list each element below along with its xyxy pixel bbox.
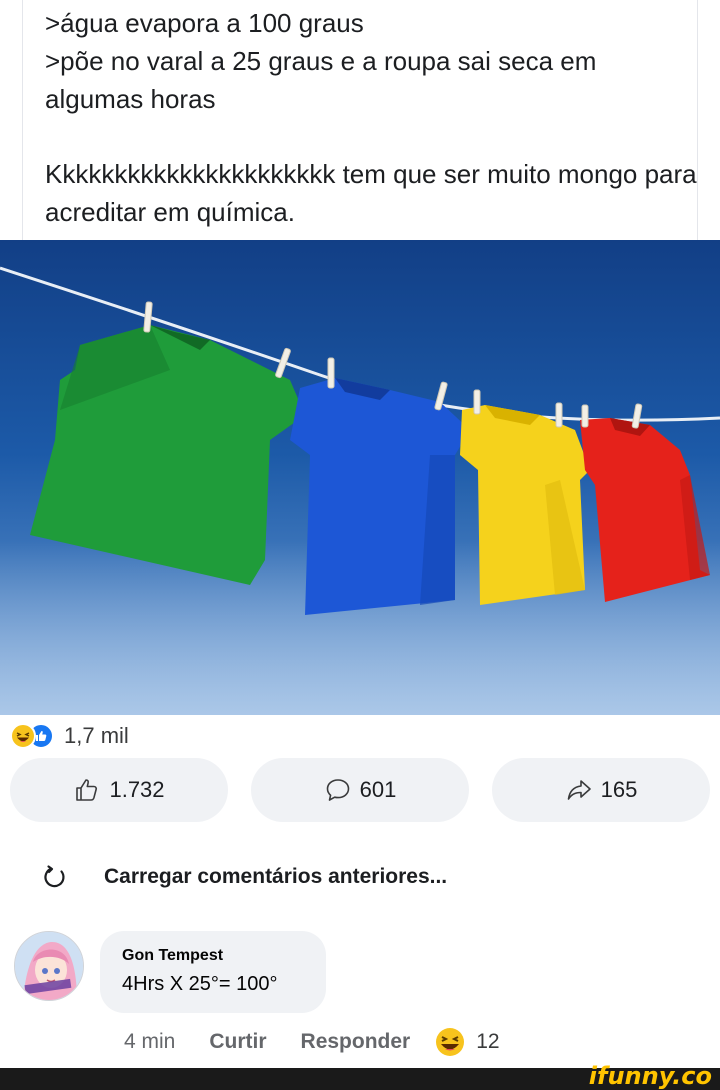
- comment-count: 601: [359, 777, 397, 802]
- reactions-summary[interactable]: 1,7 mil: [10, 720, 129, 752]
- like-button[interactable]: 1.732: [10, 758, 228, 822]
- share-count: 165: [600, 777, 638, 802]
- comment-bubble[interactable]: Gon Tempest 4Hrs X 25°= 100°: [100, 931, 326, 1013]
- post-text: >água evapora a 100 graus >põe no varal …: [22, 0, 698, 240]
- comment-text: 4Hrs X 25°= 100°: [122, 973, 278, 995]
- avatar[interactable]: [14, 931, 84, 1001]
- share-button[interactable]: 165: [492, 758, 710, 822]
- comment-time[interactable]: 4 min: [124, 1030, 175, 1054]
- watermark-logo: ifunny.co: [588, 1062, 712, 1090]
- clothesline-illustration: [0, 240, 720, 715]
- load-previous-comments[interactable]: Carregar comentários anteriores...: [42, 860, 447, 894]
- laugh-emoji-icon: [10, 723, 36, 749]
- comment-author[interactable]: Gon Tempest: [122, 947, 326, 965]
- comment-reply-button[interactable]: Responder: [301, 1030, 411, 1054]
- post-line-1: >água evapora a 100 graus: [45, 8, 364, 38]
- load-previous-label: Carregar comentários anteriores...: [104, 865, 448, 888]
- thumbs-up-icon: [76, 779, 98, 801]
- laugh-emoji-icon[interactable]: [434, 1026, 466, 1058]
- comment-like-button[interactable]: Curtir: [209, 1030, 266, 1054]
- comment-meta: 4 min Curtir Responder 12: [124, 1022, 500, 1062]
- reactions-total: 1,7 mil: [64, 723, 129, 748]
- post-actions: 1.732 601 165: [10, 758, 710, 822]
- comment-button[interactable]: 601: [251, 758, 469, 822]
- comment-reaction-count: 12: [476, 1030, 500, 1053]
- anime-avatar-icon: [15, 932, 83, 1000]
- share-arrow-icon: [567, 780, 591, 800]
- blue-shirt: [290, 378, 470, 615]
- refresh-icon: [44, 865, 65, 888]
- like-count: 1.732: [109, 777, 165, 802]
- comment-bubble-icon: [326, 779, 349, 801]
- post-line-3: Kkkkkkkkkkkkkkkkkkkkkk tem que ser muito…: [45, 159, 704, 227]
- post-line-2: >põe no varal a 25 graus e a roupa sai s…: [45, 46, 604, 114]
- post-photo[interactable]: [0, 240, 720, 715]
